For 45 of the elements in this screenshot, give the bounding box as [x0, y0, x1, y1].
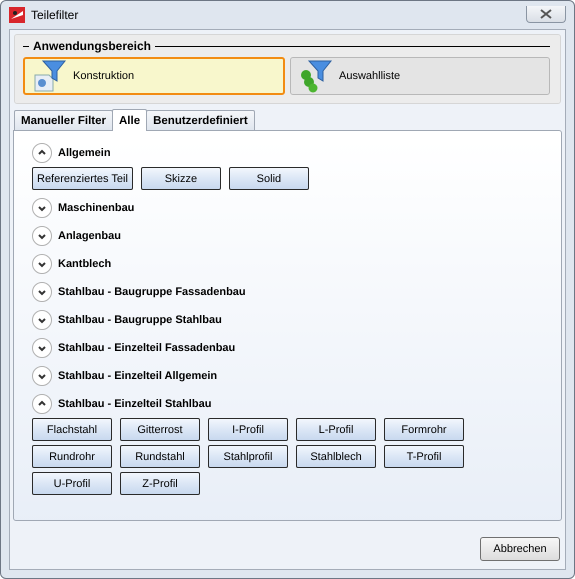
- expand-button[interactable]: [32, 254, 52, 274]
- section-title: Stahlbau - Baugruppe Fassadenbau: [58, 286, 246, 298]
- filter-button[interactable]: I-Profil: [208, 418, 288, 441]
- section-title: Stahlbau - Einzelteil Fassadenbau: [58, 342, 236, 354]
- section-title: Anlagenbau: [58, 230, 121, 242]
- app-icon: [9, 6, 25, 22]
- expand-button[interactable]: [32, 282, 52, 302]
- filter-button[interactable]: T-Profil: [384, 445, 464, 468]
- cancel-button[interactable]: Abbrechen: [480, 537, 560, 561]
- section-title: Stahlbau - Einzelteil Stahlbau: [58, 398, 212, 410]
- expand-button[interactable]: [32, 226, 52, 246]
- filter-button[interactable]: L-Profil: [296, 418, 376, 441]
- tab[interactable]: Benutzerdefiniert: [146, 110, 255, 130]
- section-title: Allgemein: [58, 147, 111, 159]
- tab[interactable]: Alle: [112, 109, 148, 131]
- filter-button[interactable]: Rundstahl: [120, 445, 200, 468]
- filter-button[interactable]: Solid: [228, 167, 309, 190]
- filter-button[interactable]: Flachstahl: [32, 418, 112, 441]
- expand-button[interactable]: [32, 198, 52, 218]
- filter-button[interactable]: Gitterrost: [120, 418, 200, 441]
- section-title: Maschinenbau: [58, 202, 134, 214]
- tab[interactable]: Manueller Filter: [14, 110, 113, 130]
- filter-button[interactable]: U-Profil: [32, 472, 112, 495]
- expand-button[interactable]: [32, 366, 52, 386]
- section-title: Stahlbau - Baugruppe Stahlbau: [58, 314, 222, 326]
- scope-option[interactable]: Konstruktion: [23, 57, 285, 95]
- collapse-button[interactable]: [32, 143, 52, 163]
- section-title: Stahlbau - Einzelteil Allgemein: [58, 370, 218, 382]
- scope-option[interactable]: Auswahlliste: [290, 57, 550, 95]
- collapse-button[interactable]: [32, 394, 52, 414]
- filter-button[interactable]: Referenziertes Teil: [32, 167, 133, 190]
- filter-button[interactable]: Rundrohr: [32, 445, 112, 468]
- filter-button[interactable]: Z-Profil: [120, 472, 200, 495]
- filter-button[interactable]: Skizze: [140, 167, 221, 190]
- window-title: Teilefilter: [31, 8, 78, 22]
- filter-button[interactable]: Stahlprofil: [208, 445, 288, 468]
- section-title: Kantblech: [58, 258, 112, 270]
- filter-button[interactable]: Formrohr: [384, 418, 464, 441]
- funnel-document-icon: [33, 59, 67, 93]
- group-title: Anwendungsbereich: [33, 39, 152, 53]
- close-button[interactable]: [526, 6, 566, 23]
- expand-button[interactable]: [32, 310, 52, 330]
- filter-button[interactable]: Stahlblech: [296, 445, 376, 468]
- close-icon: [540, 9, 552, 19]
- expand-button[interactable]: [32, 338, 52, 358]
